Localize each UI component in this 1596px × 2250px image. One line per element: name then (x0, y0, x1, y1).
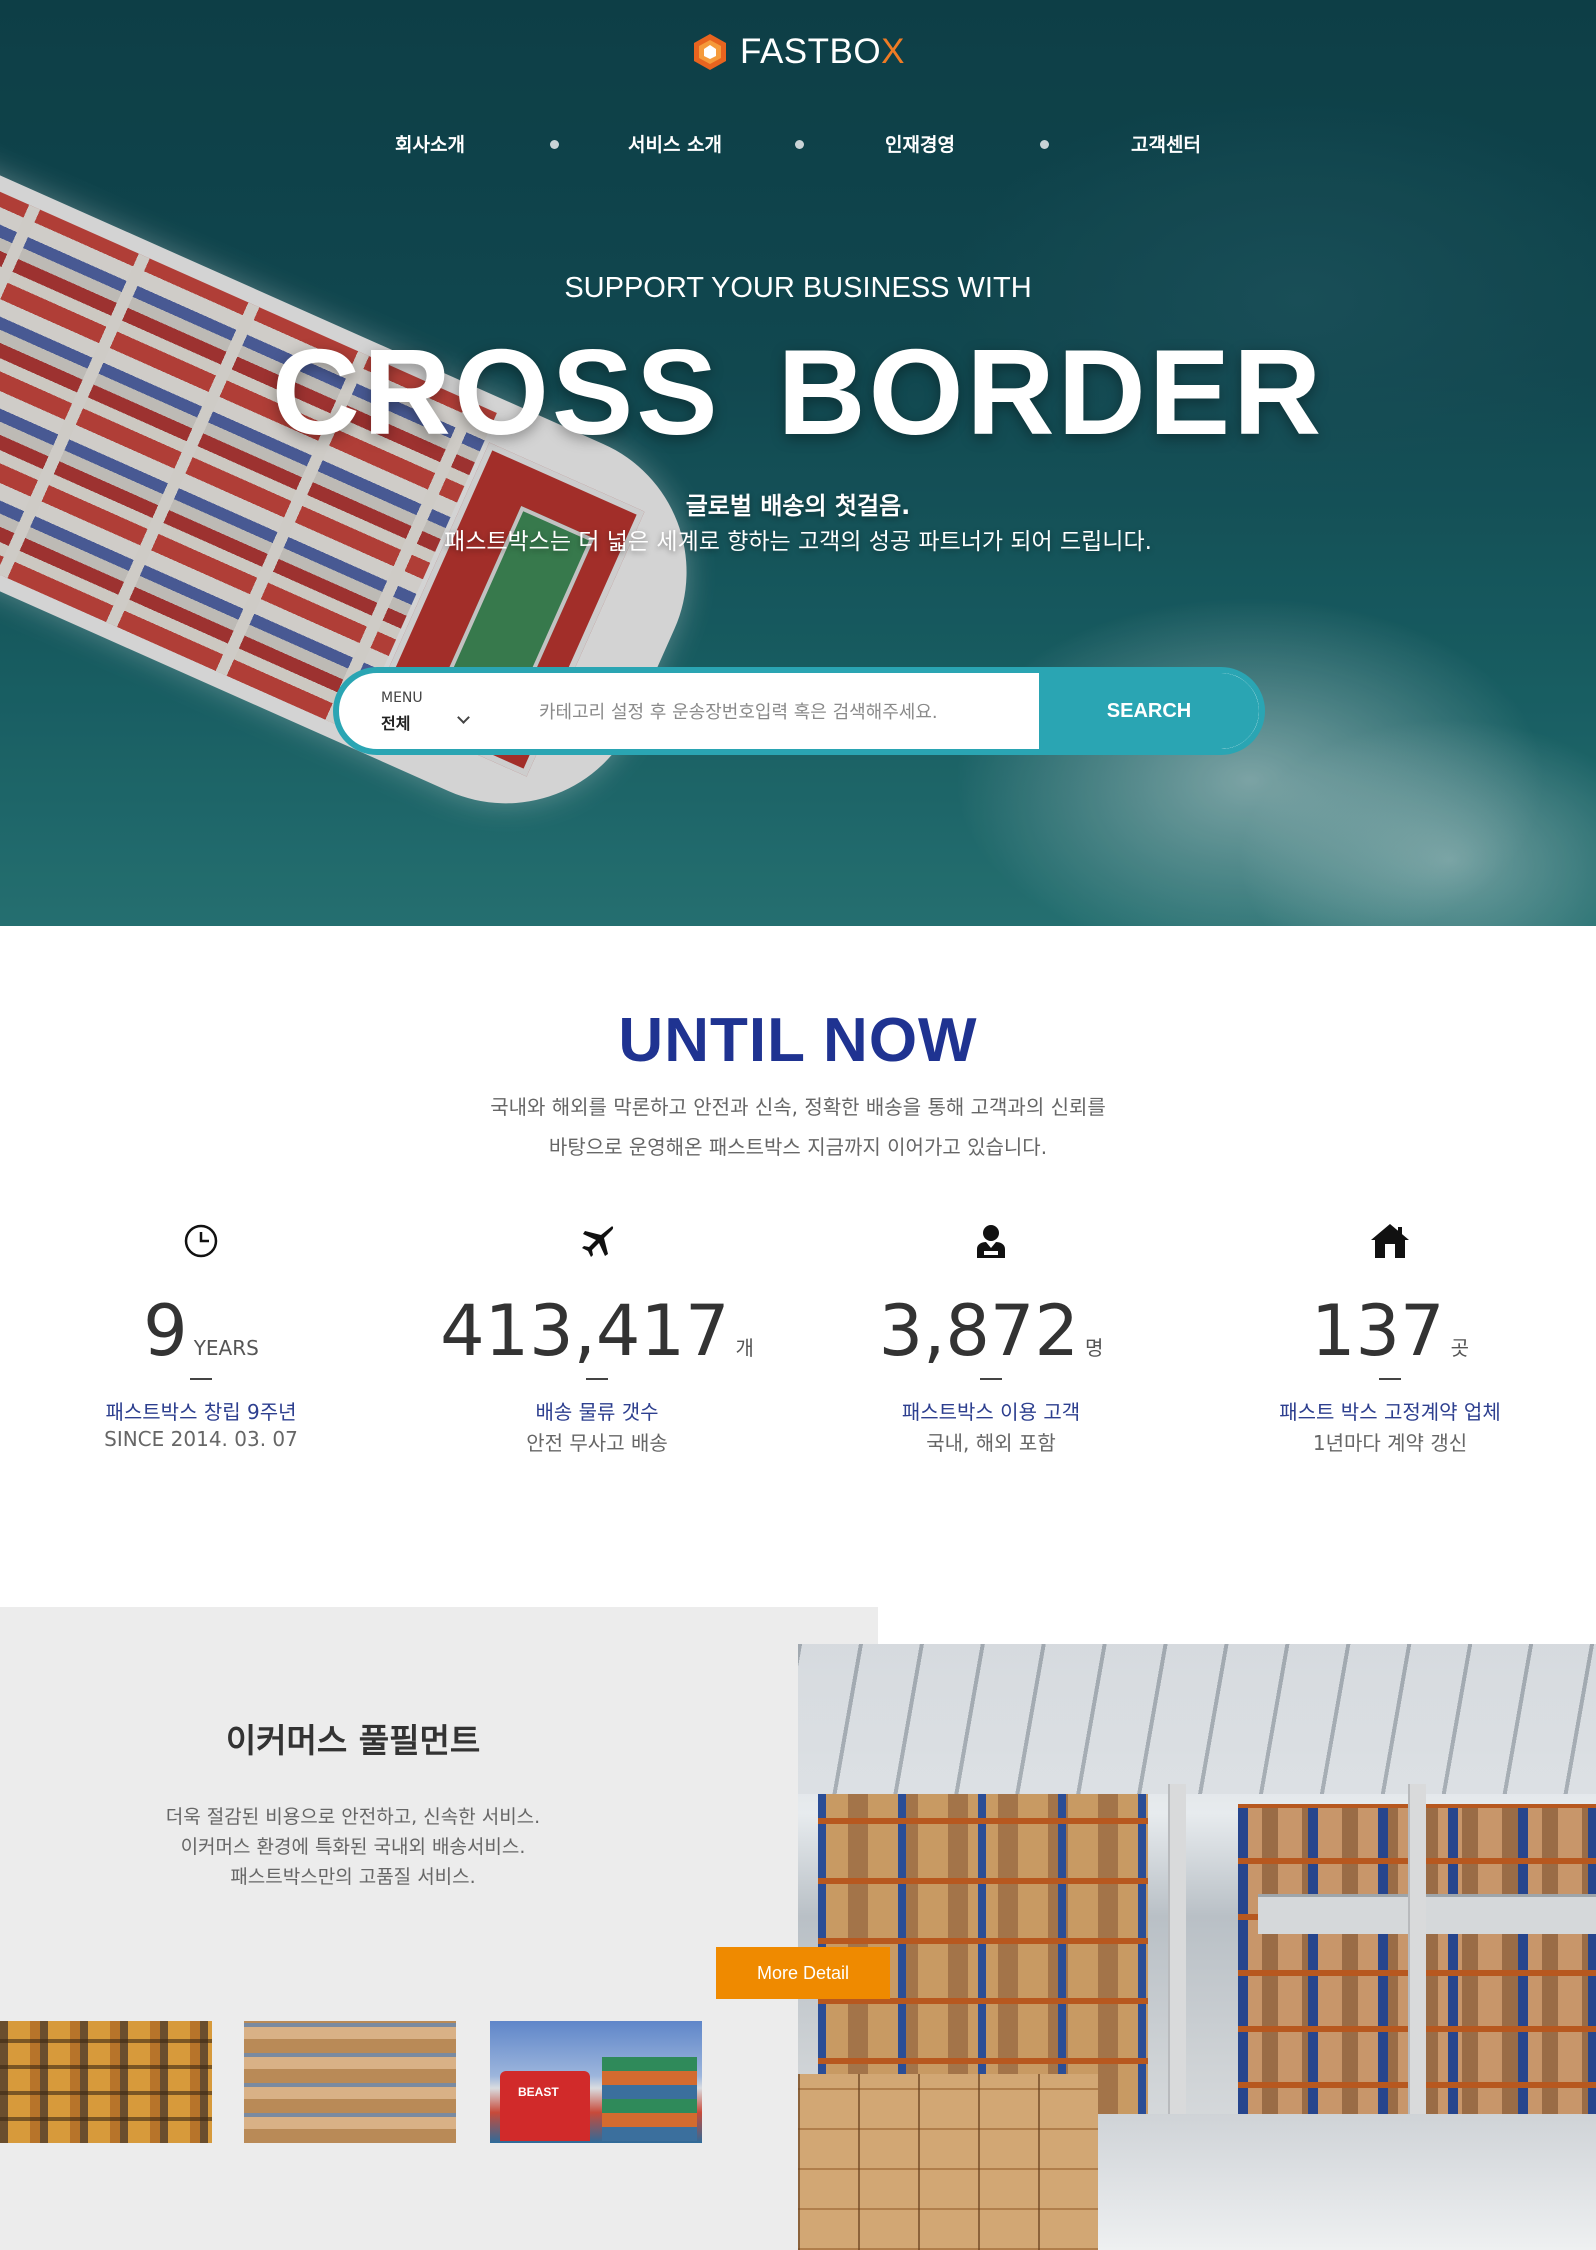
hero-title: CROSS BORDER (271, 324, 1325, 460)
chevron-down-icon[interactable] (457, 711, 470, 724)
stat-number: 3,872 (878, 1290, 1079, 1372)
person-icon (977, 1225, 1005, 1258)
search-button[interactable]: SEARCH (1039, 673, 1259, 749)
stat-shipments: 413,417 개 배송 물류 갯수 안전 무사고 배송 (417, 1220, 777, 1456)
category-select-value: 전체 (381, 714, 411, 733)
stat-sublabel: SINCE 2014. 03. 07 (104, 1427, 298, 1451)
stat-number: 413,417 (440, 1290, 730, 1372)
search-input[interactable] (539, 695, 1039, 729)
until-now-description: 국내와 해외를 막론하고 안전과 신속, 정확한 배송을 통해 고객과의 신뢰를… (490, 1095, 1106, 1159)
stat-divider (1379, 1378, 1401, 1380)
nav-item-services[interactable]: 서비스 소개 (628, 130, 722, 157)
stat-unit: 개 (735, 1336, 754, 1360)
nav-divider-dot (550, 140, 559, 149)
until-now-title: UNTIL NOW (618, 1006, 978, 1075)
category-select-label: MENU (381, 690, 423, 706)
stat-unit: YEARS (193, 1336, 259, 1360)
stat-label: 배송 물류 갯수 (535, 1400, 659, 1424)
stat-divider (980, 1378, 1002, 1380)
stat-number: 137 (1310, 1290, 1445, 1372)
stat-customers: 3,872 명 패스트박스 이용 고객 국내, 해외 포함 (811, 1220, 1171, 1456)
fastbox-logo-icon (694, 34, 726, 70)
nav-item-company[interactable]: 회사소개 (395, 130, 465, 157)
hero-tagline: 글로벌 배송의 첫걸음. (685, 492, 911, 520)
tracking-search-bar: MENU 전체 SEARCH (333, 667, 1265, 755)
nav-divider-dot (1040, 140, 1049, 149)
warehouse-aisle-thumbnail[interactable] (0, 2021, 212, 2143)
stat-label: 패스트 박스 고정계약 업체 (1279, 1400, 1501, 1424)
stat-unit: 명 (1085, 1336, 1104, 1360)
stat-partners: 137 곳 패스트 박스 고정계약 업체 1년마다 계약 갱신 (1210, 1220, 1570, 1456)
brand-logo[interactable]: FASTBOX (690, 32, 905, 72)
hero-banner: FASTBOX 회사소개 서비스 소개 인재경영 고객센터 SUPPORT YO… (0, 0, 1596, 926)
nav-divider-dot (795, 140, 804, 149)
conveyor-boxes-thumbnail[interactable] (244, 2021, 456, 2143)
fulfillment-section (0, 1607, 878, 2250)
more-detail-button[interactable]: More Detail (716, 1947, 890, 1999)
warehouse-image (798, 1644, 1596, 2250)
clock-icon (184, 1224, 218, 1258)
hero-subtitle: SUPPORT YOUR BUSINESS WITH (564, 272, 1032, 304)
stat-sublabel: 안전 무사고 배송 (526, 1431, 668, 1455)
stat-number: 9 (143, 1290, 188, 1372)
stat-unit: 곳 (1450, 1336, 1469, 1360)
nav-item-support[interactable]: 고객센터 (1131, 130, 1201, 157)
nav-item-careers[interactable]: 인재경영 (885, 130, 955, 157)
fulfillment-title: 이커머스 풀필먼트 (225, 1721, 481, 1760)
main-nav: 회사소개 서비스 소개 인재경영 고객센터 (330, 130, 1260, 160)
house-icon (1371, 1224, 1409, 1258)
fulfillment-description: 더욱 절감된 비용으로 안전하고, 신속한 서비스. 이커머스 환경에 특화된 … (165, 1806, 541, 1888)
stat-divider (586, 1378, 608, 1380)
stat-label: 패스트박스 이용 고객 (901, 1400, 1081, 1424)
stat-divider (190, 1378, 212, 1380)
stat-years: 9 YEARS 패스트박스 창립 9주년 SINCE 2014. 03. 07 (21, 1220, 381, 1451)
brand-name: FASTBOX (740, 32, 905, 71)
airplane-icon (582, 1226, 614, 1257)
category-select[interactable]: MENU 전체 (381, 690, 423, 734)
hero-description: 패스트박스는 더 넓은 세계로 향하는 고객의 성공 파트너가 되어 드립니다. (444, 529, 1152, 555)
stat-sublabel: 국내, 해외 포함 (926, 1431, 1056, 1455)
truck-logistics-thumbnail[interactable]: BEAST (490, 2021, 702, 2143)
stat-label: 패스트박스 창립 9주년 (105, 1400, 297, 1424)
stat-sublabel: 1년마다 계약 갱신 (1312, 1431, 1468, 1455)
